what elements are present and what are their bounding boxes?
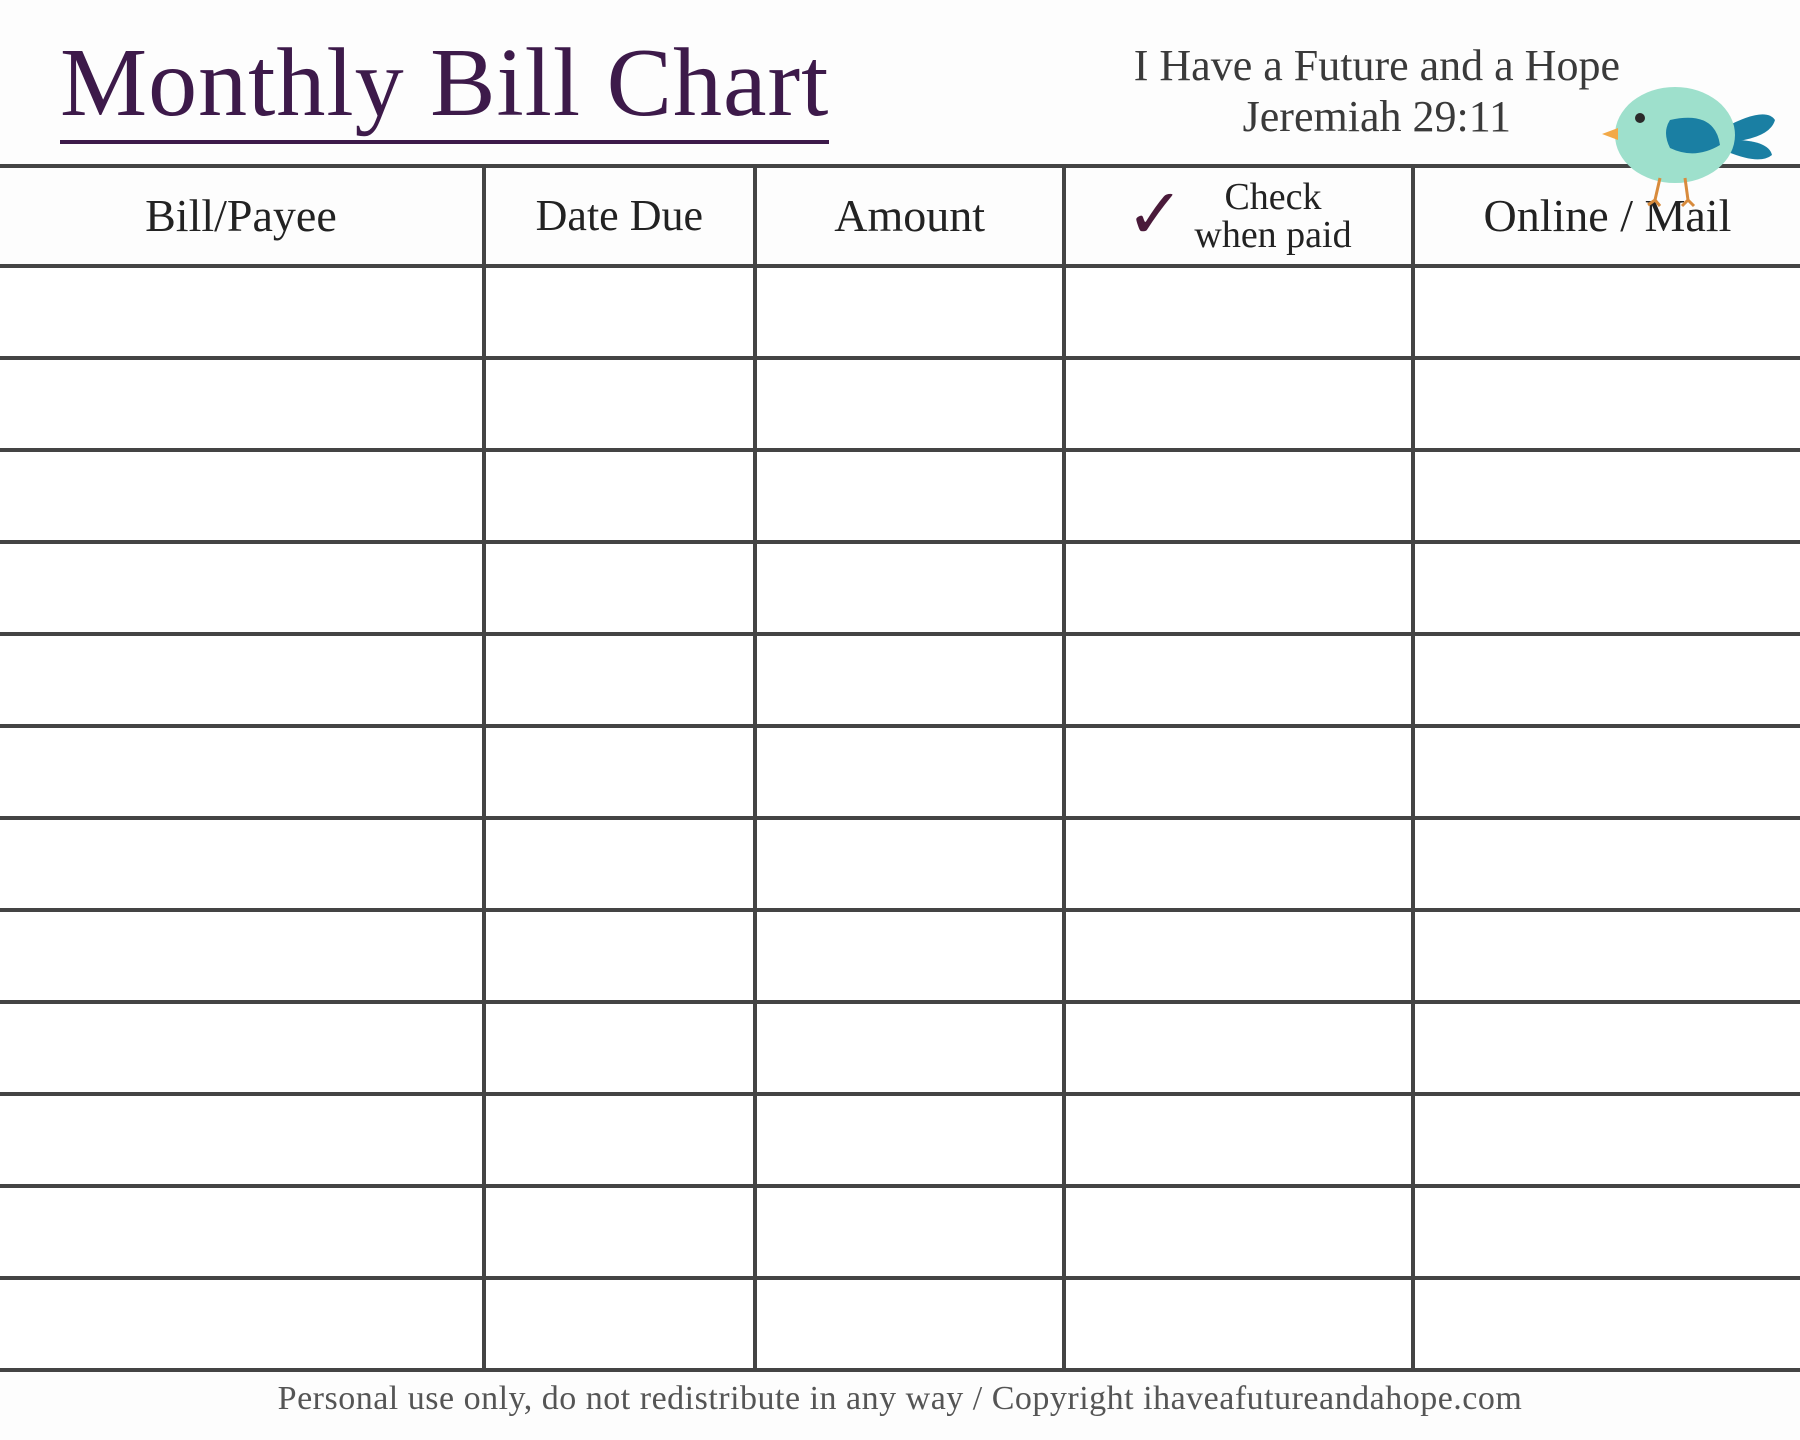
table-cell[interactable] — [1064, 1278, 1412, 1370]
table-cell[interactable] — [1413, 358, 1800, 450]
table-cell[interactable] — [1064, 450, 1412, 542]
table-cell[interactable] — [0, 634, 484, 726]
col-header-bill-payee: Bill/Payee — [0, 166, 484, 266]
checkmark-icon: ✓ — [1126, 209, 1185, 223]
table-cell[interactable] — [484, 450, 755, 542]
table-cell[interactable] — [484, 266, 755, 358]
table-cell[interactable] — [755, 266, 1065, 358]
table-cell[interactable] — [1413, 1002, 1800, 1094]
table-cell[interactable] — [755, 726, 1065, 818]
bill-chart-page: Monthly Bill Chart I Have a Future and a… — [0, 0, 1800, 1440]
table-cell[interactable] — [1064, 358, 1412, 450]
table-cell[interactable] — [755, 1186, 1065, 1278]
table-cell[interactable] — [755, 818, 1065, 910]
bird-icon — [1600, 60, 1780, 215]
table-row — [0, 1002, 1800, 1094]
table-cell[interactable] — [484, 1094, 755, 1186]
table-row — [0, 634, 1800, 726]
table-row — [0, 450, 1800, 542]
check-text: Check when paid — [1194, 178, 1351, 254]
col-header-date-due: Date Due — [484, 166, 755, 266]
table-cell[interactable] — [0, 1278, 484, 1370]
tagline-line1: I Have a Future and a Hope — [1134, 40, 1620, 91]
table-cell[interactable] — [755, 358, 1065, 450]
table-cell[interactable] — [484, 1002, 755, 1094]
table-cell[interactable] — [1413, 634, 1800, 726]
check-header-content: ✓ Check when paid — [1078, 178, 1398, 254]
bill-table-body — [0, 266, 1800, 1370]
table-cell[interactable] — [1064, 1186, 1412, 1278]
table-cell[interactable] — [0, 1002, 484, 1094]
table-cell[interactable] — [484, 634, 755, 726]
table-row — [0, 542, 1800, 634]
table-row — [0, 266, 1800, 358]
table-cell[interactable] — [1413, 818, 1800, 910]
table-header-row: Bill/Payee Date Due Amount ✓ Check when … — [0, 166, 1800, 266]
bill-table: Bill/Payee Date Due Amount ✓ Check when … — [0, 164, 1800, 1372]
table-cell[interactable] — [484, 1186, 755, 1278]
col-header-amount: Amount — [755, 166, 1065, 266]
table-cell[interactable] — [484, 726, 755, 818]
table-row — [0, 1278, 1800, 1370]
table-row — [0, 1094, 1800, 1186]
table-cell[interactable] — [0, 266, 484, 358]
table-row — [0, 910, 1800, 1002]
table-cell[interactable] — [1064, 266, 1412, 358]
table-cell[interactable] — [484, 358, 755, 450]
table-cell[interactable] — [755, 634, 1065, 726]
table-cell[interactable] — [0, 818, 484, 910]
table-row — [0, 818, 1800, 910]
page-title: Monthly Bill Chart — [60, 30, 829, 144]
table-row — [0, 358, 1800, 450]
table-cell[interactable] — [1064, 818, 1412, 910]
table-cell[interactable] — [755, 1002, 1065, 1094]
table-cell[interactable] — [1413, 726, 1800, 818]
table-cell[interactable] — [0, 726, 484, 818]
table-row — [0, 726, 1800, 818]
table-cell[interactable] — [1413, 542, 1800, 634]
table-cell[interactable] — [484, 542, 755, 634]
table-cell[interactable] — [755, 910, 1065, 1002]
table-cell[interactable] — [0, 1186, 484, 1278]
table-cell[interactable] — [755, 542, 1065, 634]
table-cell[interactable] — [484, 910, 755, 1002]
check-line1: Check — [1194, 178, 1351, 216]
table-cell[interactable] — [1413, 1278, 1800, 1370]
table-cell[interactable] — [1064, 634, 1412, 726]
table-cell[interactable] — [484, 818, 755, 910]
table-cell[interactable] — [0, 910, 484, 1002]
table-cell[interactable] — [0, 1094, 484, 1186]
tagline: I Have a Future and a Hope Jeremiah 29:1… — [1134, 40, 1620, 142]
table-row — [0, 1186, 1800, 1278]
bill-table-wrap: Bill/Payee Date Due Amount ✓ Check when … — [0, 164, 1800, 1372]
table-cell[interactable] — [0, 358, 484, 450]
table-cell[interactable] — [755, 1278, 1065, 1370]
table-cell[interactable] — [1064, 1002, 1412, 1094]
footer-text: Personal use only, do not redistribute i… — [0, 1372, 1800, 1418]
table-cell[interactable] — [1413, 450, 1800, 542]
table-cell[interactable] — [484, 1278, 755, 1370]
tagline-line2: Jeremiah 29:11 — [1134, 91, 1620, 142]
table-cell[interactable] — [1064, 1094, 1412, 1186]
check-line2: when paid — [1194, 216, 1351, 254]
table-cell[interactable] — [755, 450, 1065, 542]
table-cell[interactable] — [1413, 266, 1800, 358]
table-cell[interactable] — [0, 450, 484, 542]
page-header: Monthly Bill Chart I Have a Future and a… — [0, 0, 1800, 154]
table-cell[interactable] — [1064, 726, 1412, 818]
table-cell[interactable] — [755, 1094, 1065, 1186]
table-cell[interactable] — [1413, 1186, 1800, 1278]
table-cell[interactable] — [1413, 910, 1800, 1002]
table-cell[interactable] — [1064, 910, 1412, 1002]
table-cell[interactable] — [1064, 542, 1412, 634]
col-header-check-paid: ✓ Check when paid — [1064, 166, 1412, 266]
table-cell[interactable] — [1413, 1094, 1800, 1186]
table-cell[interactable] — [0, 542, 484, 634]
